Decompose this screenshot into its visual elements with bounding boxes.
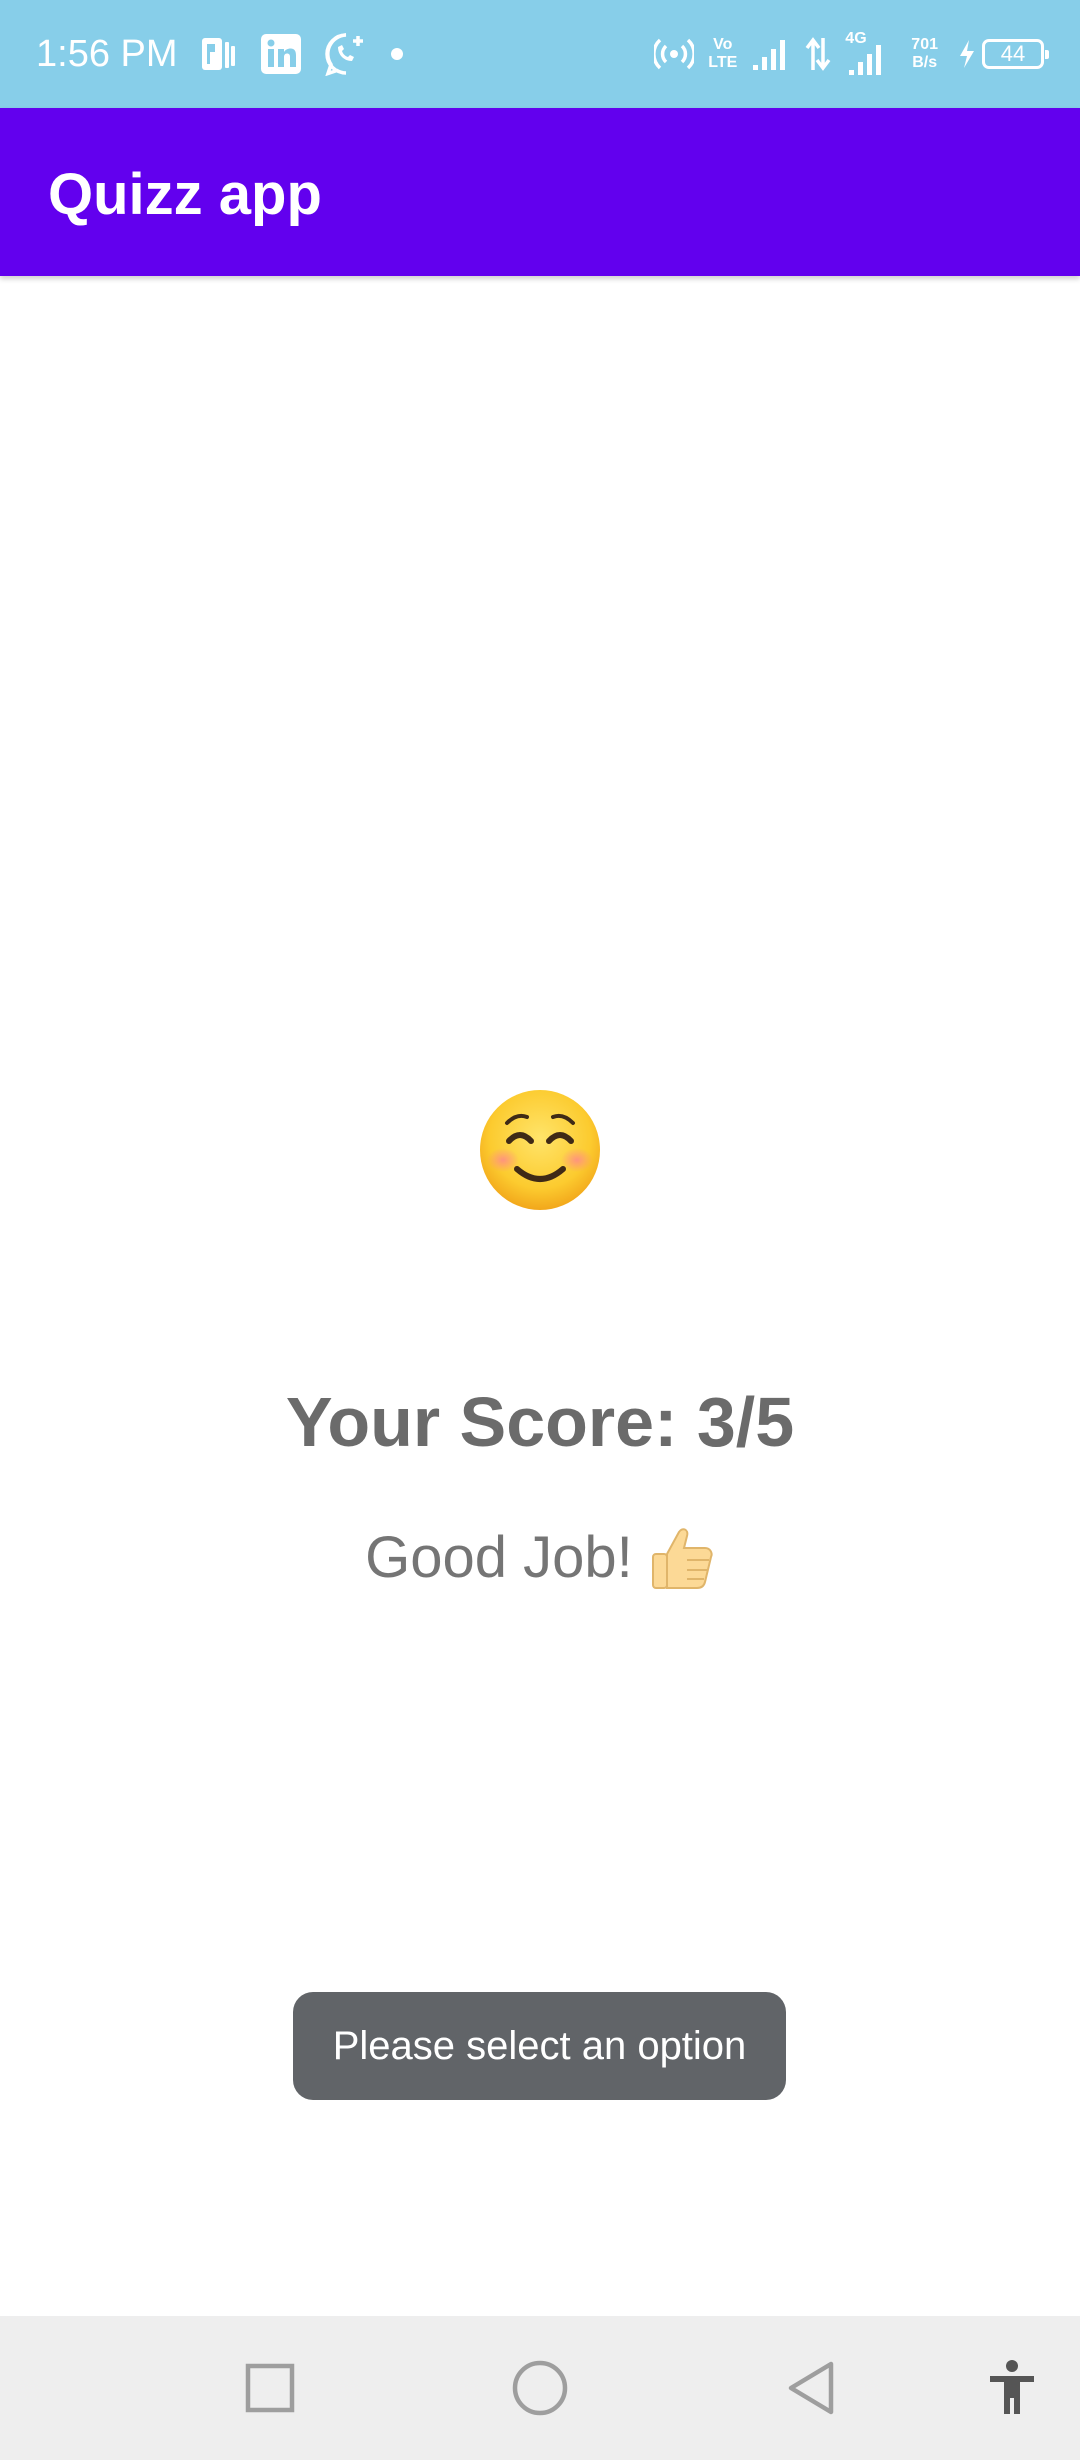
accessibility-icon [990, 2360, 1034, 2414]
home-circle-icon [512, 2360, 568, 2416]
signal-strength-sim2: 4G [845, 30, 889, 76]
system-status-icons: Vo LTE 4G 701 B/s 44 [654, 28, 1049, 80]
network-speed: 701 B/s [911, 36, 938, 72]
recents-square-icon [245, 2363, 295, 2413]
result-message-text: Good Job! [365, 1525, 633, 1590]
battery-level: 44 [1000, 41, 1026, 66]
back-button[interactable] [770, 2348, 850, 2428]
battery-indicator: 44 [982, 39, 1049, 69]
linkedin-icon [261, 34, 301, 74]
network-speed-value: 701 [911, 36, 938, 53]
home-button[interactable] [500, 2348, 580, 2428]
smiling-face-with-smiling-eyes-icon [480, 1090, 600, 1210]
score-text: Your Score: 3/5 [285, 1383, 795, 1461]
quiz-result-screen: 1:56 PM Vo LTE 4G 701 B/s 44 Quizz app Y… [0, 0, 1080, 2460]
toast-text: Please select an option [332, 2023, 747, 2068]
data-transfer-icon [805, 37, 831, 71]
back-triangle-icon [788, 2361, 834, 2415]
app-title: Quizz app [48, 162, 322, 227]
status-bar: 1:56 PM Vo LTE 4G 701 B/s 44 [0, 0, 1080, 108]
result-emoji [0, 1085, 1080, 1215]
charging-bolt-icon [960, 40, 974, 68]
whatsapp-icon [325, 33, 363, 76]
navigation-bar [0, 2316, 1080, 2460]
app-bar: Quizz app [0, 108, 1080, 276]
signal-strength-icon-sim2 [849, 45, 882, 75]
result-message: Good Job! [0, 1520, 1080, 1596]
app-notification-icon [202, 38, 235, 70]
volte-bottom-label: LTE [708, 54, 738, 71]
accessibility-button[interactable] [972, 2348, 1052, 2428]
network-speed-unit: B/s [912, 54, 938, 71]
volte-top-label: Vo [713, 36, 733, 53]
toast-message: Please select an option [293, 1992, 786, 2100]
status-time: 1:56 PM [36, 33, 178, 75]
thumbs-up-icon [651, 1528, 713, 1589]
hotspot-icon [654, 38, 695, 70]
notification-dot-icon [391, 48, 403, 60]
recents-button[interactable] [230, 2348, 310, 2428]
signal-strength-icon-sim1 [753, 40, 786, 70]
volte-indicator: Vo LTE [708, 36, 737, 72]
notification-icons [200, 30, 404, 78]
